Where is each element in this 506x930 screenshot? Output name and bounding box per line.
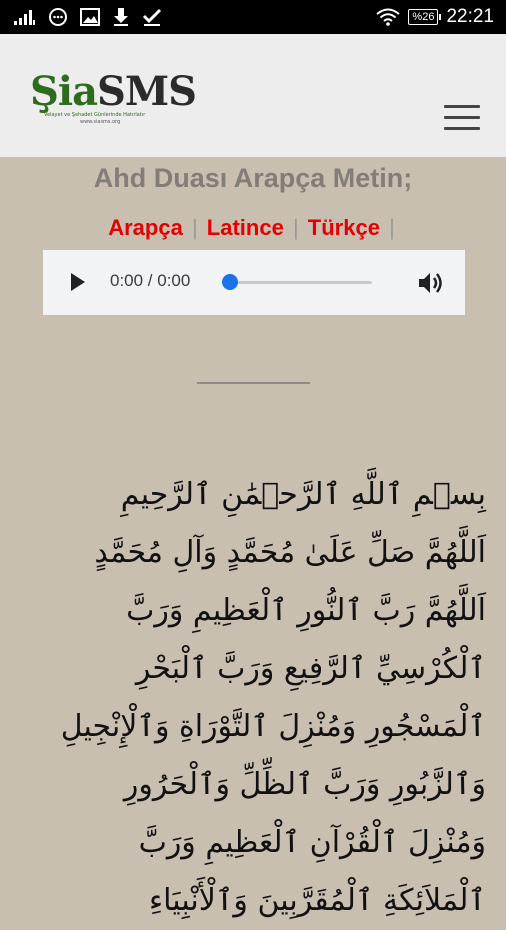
volume-icon[interactable] <box>417 270 445 296</box>
signal-icon <box>14 9 36 25</box>
link-turkce[interactable]: Türkçe <box>308 215 380 240</box>
hamburger-menu-icon[interactable] <box>444 105 482 131</box>
page-title: Ahd Duası Arapça Metin; <box>93 163 413 193</box>
play-icon[interactable] <box>70 272 86 292</box>
logo-url: www.siasms.org <box>80 119 121 125</box>
divider <box>197 382 310 384</box>
seek-thumb[interactable] <box>222 274 238 290</box>
language-links: Arapça | Latince | Türkçe | <box>0 215 506 241</box>
check-icon <box>142 7 162 27</box>
arabic-line: وَٱلزَّبُورِ وَرَبَّ ٱلظِّلِّ وَٱلْحَرُو… <box>123 767 486 802</box>
arabic-line: ٱلْكُرْسِيِّ ٱلرَّفِيعِ وَرَبَّ ٱلْبَحْر… <box>135 651 486 686</box>
image-icon <box>80 8 100 26</box>
arabic-line: ٱلْمَلاَئِكَةِ ٱلْمُقَرَّبِينَ وَٱلْأَنْ… <box>149 883 486 918</box>
wifi-icon <box>376 8 401 26</box>
arabic-line: بِسۡمِ ٱللَّهِ ٱلرَّحۡمَٰنِ ٱلرَّحِيمِ <box>120 477 486 512</box>
link-arapca[interactable]: Arapça <box>108 215 183 240</box>
separator: | <box>292 215 299 240</box>
logo-tagline: Velayet ve Şehadet Günlerinde Hatırlatır <box>44 112 146 118</box>
clock: 22:21 <box>446 6 494 27</box>
logo-sia-text: Şia <box>30 68 98 115</box>
seek-bar[interactable] <box>230 281 372 284</box>
separator: | <box>389 215 395 240</box>
download-icon <box>112 7 130 27</box>
logo-sms-text: SMS <box>97 68 197 115</box>
app-header: ŞiaSMS Velayet ve Şehadet Günlerinde Hat… <box>0 34 506 157</box>
arabic-line: ٱلْمَسْجُورِ وَمُنْزِلَ ٱلتَّوْرَاةِ وَٱ… <box>60 709 486 744</box>
logo-wordmark: ŞiaSMS <box>30 68 197 116</box>
arabic-line: وَمُنْزِلَ ٱلْقُرْآنِ ٱلْعَظِيمِ وَرَبَّ <box>138 825 486 860</box>
arabic-prayer-text: بِسۡمِ ٱللَّهِ ٱلرَّحۡمَٰنِ ٱلرَّحِيمِ ا… <box>24 466 486 930</box>
link-latince[interactable]: Latince <box>207 215 284 240</box>
status-bar: %26 22:21 <box>0 0 506 34</box>
site-logo[interactable]: ŞiaSMS Velayet ve Şehadet Günlerinde Hat… <box>30 68 197 128</box>
audio-time: 0:00 / 0:00 <box>110 271 191 290</box>
separator: | <box>191 215 198 240</box>
arabic-line: اَللَّهُمَّ رَبَّ ٱلنُّورِ ٱلْعَظِيمِ وَ… <box>126 593 486 628</box>
battery-icon: %26 <box>408 9 442 25</box>
arabic-line: اَللَّهُمَّ صَلِّ عَلَىٰ مُحَمَّدٍ وَآلِ… <box>94 535 486 570</box>
audio-player: 0:00 / 0:00 <box>43 250 465 315</box>
chat-icon <box>48 7 68 27</box>
